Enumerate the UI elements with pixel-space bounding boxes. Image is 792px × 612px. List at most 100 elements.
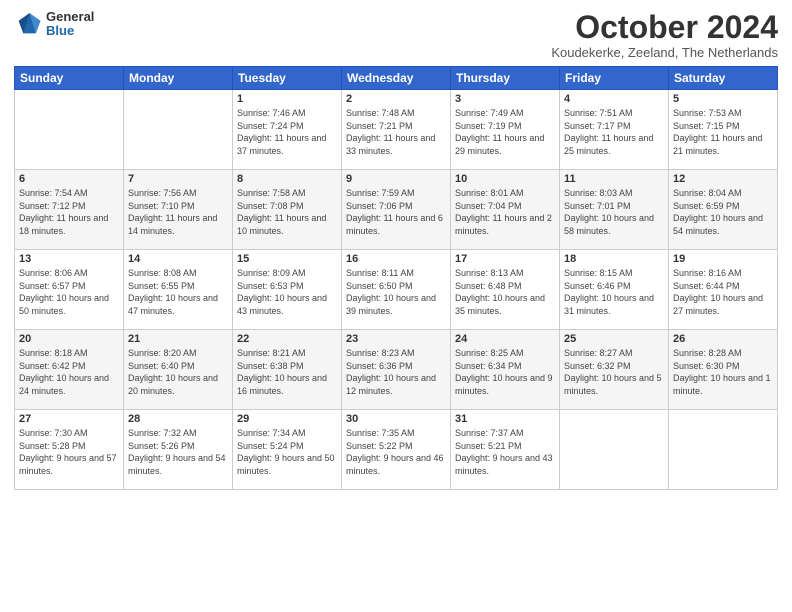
- day-number: 12: [673, 173, 773, 185]
- day-info: Sunrise: 8:20 AM Sunset: 6:40 PM Dayligh…: [128, 347, 228, 397]
- location: Koudekerke, Zeeland, The Netherlands: [551, 45, 778, 60]
- day-number: 11: [564, 173, 664, 185]
- day-info: Sunrise: 8:18 AM Sunset: 6:42 PM Dayligh…: [19, 347, 119, 397]
- day-info: Sunrise: 8:13 AM Sunset: 6:48 PM Dayligh…: [455, 267, 555, 317]
- day-info: Sunrise: 7:54 AM Sunset: 7:12 PM Dayligh…: [19, 187, 119, 237]
- calendar-cell: 4Sunrise: 7:51 AM Sunset: 7:17 PM Daylig…: [560, 90, 669, 170]
- calendar-cell: 1Sunrise: 7:46 AM Sunset: 7:24 PM Daylig…: [233, 90, 342, 170]
- calendar-cell: 26 Sunrise: 8:28 AM Sunset: 6:30 PM Dayli…: [669, 330, 778, 410]
- day-number: 14: [128, 253, 228, 265]
- calendar-page: General Blue October 2024 Koudekerke, Ze…: [0, 0, 792, 612]
- day-number: 23: [346, 333, 446, 345]
- calendar-cell: 15Sunrise: 8:09 AM Sunset: 6:53 PM Dayli…: [233, 250, 342, 330]
- calendar-cell: 22 Sunrise: 8:21 AM Sunset: 6:38 PM Dayli…: [233, 330, 342, 410]
- calendar-cell: 2 Sunrise: 7:48 AM Sunset: 7:21 PM Daylig…: [342, 90, 451, 170]
- calendar-cell: 3 Sunrise: 7:49 AM Sunset: 7:19 PM Daylig…: [451, 90, 560, 170]
- logo-general: General: [46, 10, 94, 24]
- day-number: 26: [673, 333, 773, 345]
- calendar-cell: [560, 410, 669, 490]
- day-info: Sunrise: 7:48 AM Sunset: 7:21 PM Dayligh…: [346, 107, 446, 157]
- day-info: Sunrise: 7:35 AM Sunset: 5:22 PM Dayligh…: [346, 427, 446, 477]
- week-row-5: 27Sunrise: 7:30 AM Sunset: 5:28 PM Dayli…: [15, 410, 778, 490]
- col-sunday: Sunday: [15, 67, 124, 90]
- day-number: 13: [19, 253, 119, 265]
- calendar-cell: 30 Sunrise: 7:35 AM Sunset: 5:22 PM Dayli…: [342, 410, 451, 490]
- day-info: Sunrise: 7:49 AM Sunset: 7:19 PM Dayligh…: [455, 107, 555, 157]
- calendar-cell: [669, 410, 778, 490]
- calendar-cell: 14 Sunrise: 8:08 AM Sunset: 6:55 PM Dayli…: [124, 250, 233, 330]
- calendar-cell: 20 Sunrise: 8:18 AM Sunset: 6:42 PM Dayli…: [15, 330, 124, 410]
- calendar-cell: [15, 90, 124, 170]
- calendar-cell: 12Sunrise: 8:04 AM Sunset: 6:59 PM Dayli…: [669, 170, 778, 250]
- calendar-cell: 16Sunrise: 8:11 AM Sunset: 6:50 PM Dayli…: [342, 250, 451, 330]
- week-row-3: 13 Sunrise: 8:06 AM Sunset: 6:57 PM Dayli…: [15, 250, 778, 330]
- title-section: October 2024 Koudekerke, Zeeland, The Ne…: [551, 10, 778, 60]
- day-number: 21: [128, 333, 228, 345]
- calendar-cell: 24Sunrise: 8:25 AM Sunset: 6:34 PM Dayli…: [451, 330, 560, 410]
- day-info: Sunrise: 8:16 AM Sunset: 6:44 PM Dayligh…: [673, 267, 773, 317]
- logo-text: General Blue: [46, 10, 94, 39]
- day-number: 8: [237, 173, 337, 185]
- day-info: Sunrise: 8:21 AM Sunset: 6:38 PM Dayligh…: [237, 347, 337, 397]
- col-monday: Monday: [124, 67, 233, 90]
- day-info: Sunrise: 7:34 AM Sunset: 5:24 PM Dayligh…: [237, 427, 337, 477]
- day-info: Sunrise: 7:59 AM Sunset: 7:06 PM Dayligh…: [346, 187, 446, 237]
- day-info: Sunrise: 8:03 AM Sunset: 7:01 PM Dayligh…: [564, 187, 664, 237]
- day-number: 17: [455, 253, 555, 265]
- day-number: 4: [564, 93, 664, 105]
- day-info: Sunrise: 8:01 AM Sunset: 7:04 PM Dayligh…: [455, 187, 555, 237]
- day-number: 28: [128, 413, 228, 425]
- calendar-cell: [124, 90, 233, 170]
- day-info: Sunrise: 7:53 AM Sunset: 7:15 PM Dayligh…: [673, 107, 773, 157]
- calendar-cell: 28 Sunrise: 7:32 AM Sunset: 5:26 PM Dayli…: [124, 410, 233, 490]
- day-number: 10: [455, 173, 555, 185]
- day-number: 20: [19, 333, 119, 345]
- month-title: October 2024: [551, 10, 778, 45]
- col-wednesday: Wednesday: [342, 67, 451, 90]
- logo-icon: [14, 10, 42, 38]
- calendar-table: Sunday Monday Tuesday Wednesday Thursday…: [14, 66, 778, 490]
- calendar-cell: 9 Sunrise: 7:59 AM Sunset: 7:06 PM Daylig…: [342, 170, 451, 250]
- day-info: Sunrise: 8:28 AM Sunset: 6:30 PM Dayligh…: [673, 347, 773, 397]
- calendar-cell: 31 Sunrise: 7:37 AM Sunset: 5:21 PM Dayli…: [451, 410, 560, 490]
- day-info: Sunrise: 7:58 AM Sunset: 7:08 PM Dayligh…: [237, 187, 337, 237]
- day-info: Sunrise: 8:08 AM Sunset: 6:55 PM Dayligh…: [128, 267, 228, 317]
- day-number: 7: [128, 173, 228, 185]
- day-number: 15: [237, 253, 337, 265]
- col-saturday: Saturday: [669, 67, 778, 90]
- calendar-cell: 21 Sunrise: 8:20 AM Sunset: 6:40 PM Dayli…: [124, 330, 233, 410]
- day-number: 30: [346, 413, 446, 425]
- calendar-cell: 19 Sunrise: 8:16 AM Sunset: 6:44 PM Dayli…: [669, 250, 778, 330]
- calendar-cell: 7 Sunrise: 7:56 AM Sunset: 7:10 PM Daylig…: [124, 170, 233, 250]
- day-info: Sunrise: 8:15 AM Sunset: 6:46 PM Dayligh…: [564, 267, 664, 317]
- day-number: 19: [673, 253, 773, 265]
- day-info: Sunrise: 8:11 AM Sunset: 6:50 PM Dayligh…: [346, 267, 446, 317]
- day-number: 27: [19, 413, 119, 425]
- calendar-cell: 11 Sunrise: 8:03 AM Sunset: 7:01 PM Dayli…: [560, 170, 669, 250]
- col-tuesday: Tuesday: [233, 67, 342, 90]
- calendar-cell: 29Sunrise: 7:34 AM Sunset: 5:24 PM Dayli…: [233, 410, 342, 490]
- day-number: 22: [237, 333, 337, 345]
- day-info: Sunrise: 8:06 AM Sunset: 6:57 PM Dayligh…: [19, 267, 119, 317]
- day-number: 6: [19, 173, 119, 185]
- logo-blue: Blue: [46, 24, 94, 38]
- calendar-cell: 17 Sunrise: 8:13 AM Sunset: 6:48 PM Dayli…: [451, 250, 560, 330]
- day-info: Sunrise: 7:56 AM Sunset: 7:10 PM Dayligh…: [128, 187, 228, 237]
- day-number: 3: [455, 93, 555, 105]
- day-info: Sunrise: 7:32 AM Sunset: 5:26 PM Dayligh…: [128, 427, 228, 477]
- day-info: Sunrise: 7:46 AM Sunset: 7:24 PM Dayligh…: [237, 107, 337, 157]
- day-number: 31: [455, 413, 555, 425]
- day-number: 5: [673, 93, 773, 105]
- day-info: Sunrise: 7:37 AM Sunset: 5:21 PM Dayligh…: [455, 427, 555, 477]
- col-friday: Friday: [560, 67, 669, 90]
- day-number: 2: [346, 93, 446, 105]
- week-row-4: 20 Sunrise: 8:18 AM Sunset: 6:42 PM Dayli…: [15, 330, 778, 410]
- day-info: Sunrise: 8:23 AM Sunset: 6:36 PM Dayligh…: [346, 347, 446, 397]
- day-number: 9: [346, 173, 446, 185]
- calendar-cell: 10 Sunrise: 8:01 AM Sunset: 7:04 PM Dayli…: [451, 170, 560, 250]
- day-info: Sunrise: 8:25 AM Sunset: 6:34 PM Dayligh…: [455, 347, 555, 397]
- calendar-cell: 27Sunrise: 7:30 AM Sunset: 5:28 PM Dayli…: [15, 410, 124, 490]
- calendar-cell: 23 Sunrise: 8:23 AM Sunset: 6:36 PM Dayli…: [342, 330, 451, 410]
- header-row: Sunday Monday Tuesday Wednesday Thursday…: [15, 67, 778, 90]
- day-info: Sunrise: 8:27 AM Sunset: 6:32 PM Dayligh…: [564, 347, 664, 397]
